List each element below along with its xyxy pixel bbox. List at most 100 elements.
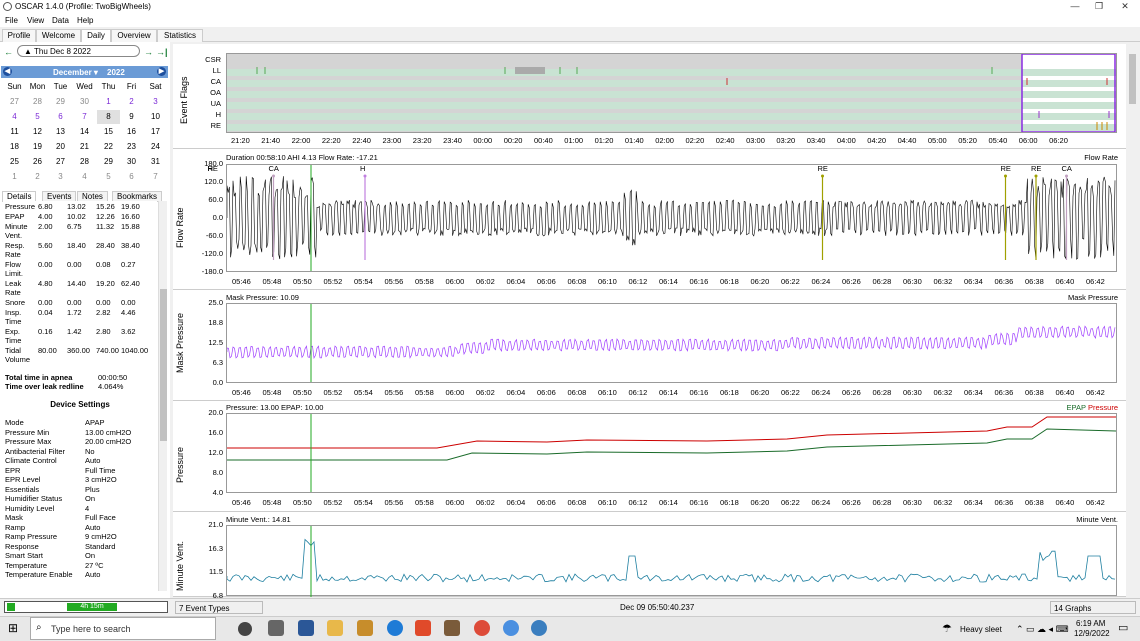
flag-xtick: 05:00 bbox=[927, 136, 947, 145]
calendar-day[interactable]: 4 bbox=[3, 110, 26, 124]
calendar-day[interactable]: 22 bbox=[97, 140, 120, 154]
calendar-day[interactable]: 3 bbox=[49, 170, 72, 184]
device-setting-value: Auto bbox=[85, 456, 101, 465]
calendar-day[interactable]: 28 bbox=[26, 95, 49, 109]
prev-day-arrow-icon[interactable]: ← bbox=[4, 47, 13, 57]
calendar-day[interactable]: 23 bbox=[120, 140, 143, 154]
menu-file[interactable]: File bbox=[5, 16, 18, 25]
calendar-day[interactable]: 5 bbox=[26, 110, 49, 124]
task-view-icon[interactable] bbox=[268, 620, 284, 636]
prev-month-icon[interactable]: ◀ bbox=[3, 67, 12, 76]
calendar-day[interactable]: 4 bbox=[73, 170, 96, 184]
minvent-plot[interactable] bbox=[226, 525, 1117, 597]
windows-start-icon[interactable]: ⊞ bbox=[8, 621, 18, 635]
calendar-day[interactable]: 3 bbox=[144, 95, 167, 109]
menu-help[interactable]: Help bbox=[77, 16, 93, 25]
edge-icon[interactable] bbox=[387, 620, 403, 636]
tab-statistics[interactable]: Statistics bbox=[157, 29, 203, 42]
graphs-scrollbar[interactable] bbox=[1127, 44, 1138, 597]
calendar-year[interactable]: 2022 bbox=[107, 68, 125, 77]
date-selector[interactable]: ▲ Thu Dec 8 2022 bbox=[17, 45, 140, 57]
word-icon[interactable] bbox=[298, 620, 314, 636]
app-icon-8[interactable] bbox=[503, 620, 519, 636]
calendar-day[interactable]: 11 bbox=[3, 125, 26, 139]
tray-icons[interactable]: ⌃ ▭ ☁ ◂ ⌨ bbox=[1016, 624, 1069, 635]
tab-daily[interactable]: Daily bbox=[81, 29, 111, 43]
scrollbar-thumb[interactable] bbox=[160, 289, 167, 441]
calendar-day[interactable]: 8 bbox=[97, 110, 120, 124]
calendar-day[interactable]: 19 bbox=[26, 140, 49, 154]
menu-data[interactable]: Data bbox=[52, 16, 69, 25]
calendar-day[interactable]: 25 bbox=[3, 155, 26, 169]
calendar-day[interactable]: 5 bbox=[97, 170, 120, 184]
calendar-day[interactable]: 16 bbox=[120, 125, 143, 139]
calendar-day[interactable]: 12 bbox=[26, 125, 49, 139]
calendar-day[interactable]: 29 bbox=[49, 95, 72, 109]
calendar-day[interactable]: 10 bbox=[144, 110, 167, 124]
calendar-day[interactable]: 2 bbox=[26, 170, 49, 184]
calendar-day[interactable]: 29 bbox=[97, 155, 120, 169]
duration-bar[interactable]: 4h 15m bbox=[4, 601, 168, 613]
taskbar-search[interactable]: Type here to search bbox=[30, 617, 216, 640]
calendar-day[interactable]: 21 bbox=[73, 140, 96, 154]
file-explorer-icon[interactable] bbox=[327, 620, 343, 636]
calendar-day[interactable]: 17 bbox=[144, 125, 167, 139]
minimize-button[interactable]: — bbox=[1064, 1, 1086, 13]
calendar-day[interactable]: 7 bbox=[73, 110, 96, 124]
weather-icon: ☂ bbox=[942, 623, 952, 635]
cortana-icon[interactable] bbox=[238, 622, 252, 636]
close-button[interactable]: ✕ bbox=[1114, 1, 1136, 13]
pressure-plot[interactable] bbox=[226, 413, 1117, 493]
time-xtick: 06:32 bbox=[933, 498, 953, 507]
scrollbar-thumb[interactable] bbox=[1129, 54, 1136, 104]
app-icon-5[interactable] bbox=[415, 620, 431, 636]
calendar-day[interactable]: 13 bbox=[49, 125, 72, 139]
graphs-dropdown[interactable]: 14 Graphs bbox=[1050, 601, 1136, 614]
weather-text[interactable]: Heavy sleet bbox=[960, 625, 1002, 634]
next-month-icon[interactable]: ▶ bbox=[157, 67, 166, 76]
calendar-day[interactable]: 20 bbox=[49, 140, 72, 154]
details-scrollbar[interactable] bbox=[158, 201, 167, 591]
calendar-day[interactable]: 31 bbox=[144, 155, 167, 169]
tab-profile[interactable]: Profile bbox=[2, 29, 36, 42]
maximize-button[interactable]: ❐ bbox=[1088, 1, 1110, 13]
mask-plot[interactable] bbox=[226, 303, 1117, 383]
flow-plot[interactable] bbox=[211, 164, 1117, 272]
event-types-dropdown[interactable]: 7 Event Types bbox=[175, 601, 263, 614]
calendar-day[interactable]: 1 bbox=[97, 95, 120, 109]
next-day-arrow-icon[interactable]: → bbox=[144, 47, 153, 57]
menu-view[interactable]: View bbox=[27, 16, 44, 25]
oscar-taskbar-icon[interactable] bbox=[531, 620, 547, 636]
stat-value: 0.00 bbox=[121, 298, 136, 307]
calendar-day[interactable]: 2 bbox=[120, 95, 143, 109]
time-xtick: 06:20 bbox=[750, 388, 770, 397]
calendar-day[interactable]: 6 bbox=[120, 170, 143, 184]
calendar-month[interactable]: December ▾ bbox=[53, 68, 98, 77]
app-icon-3[interactable] bbox=[357, 620, 373, 636]
calendar-day[interactable]: 27 bbox=[3, 95, 26, 109]
calendar-day[interactable]: 18 bbox=[3, 140, 26, 154]
calendar-day[interactable]: 24 bbox=[144, 140, 167, 154]
calendar-day[interactable]: 9 bbox=[120, 110, 143, 124]
last-day-arrow-icon[interactable]: →| bbox=[156, 47, 168, 57]
calendar-day[interactable]: 28 bbox=[73, 155, 96, 169]
calendar-day[interactable]: 27 bbox=[49, 155, 72, 169]
notification-icon[interactable]: ▭ bbox=[1118, 621, 1128, 634]
tab-welcome[interactable]: Welcome bbox=[36, 29, 81, 42]
calendar-day[interactable]: 26 bbox=[26, 155, 49, 169]
time-xtick: 06:22 bbox=[781, 277, 800, 286]
calendar-day[interactable]: 6 bbox=[49, 110, 72, 124]
calendar-day[interactable]: 1 bbox=[3, 170, 26, 184]
clock-date[interactable]: 12/9/2022 bbox=[1074, 629, 1110, 638]
calendar-day[interactable]: 15 bbox=[97, 125, 120, 139]
tab-overview[interactable]: Overview bbox=[111, 29, 157, 42]
clock-time[interactable]: 6:19 AM bbox=[1076, 619, 1105, 628]
calendar-day[interactable]: 30 bbox=[73, 95, 96, 109]
event-flags-plot[interactable] bbox=[226, 53, 1117, 133]
calendar-day[interactable]: 14 bbox=[73, 125, 96, 139]
chrome-icon[interactable] bbox=[474, 620, 490, 636]
calendar-day[interactable]: 7 bbox=[144, 170, 167, 184]
calendar-day[interactable]: 30 bbox=[120, 155, 143, 169]
time-xtick: 05:48 bbox=[262, 277, 282, 286]
app-icon-6[interactable] bbox=[444, 620, 460, 636]
